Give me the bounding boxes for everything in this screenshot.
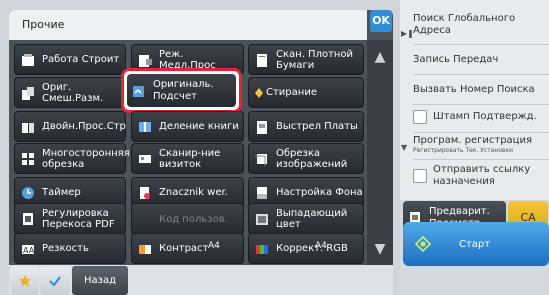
send-link-checkbox[interactable] [413, 169, 427, 183]
card-shot-button[interactable]: Выстрел Платы [248, 111, 364, 142]
star-icon [19, 274, 31, 286]
paper-size-label: A4 [208, 241, 220, 251]
ok-button[interactable]: OK [370, 10, 392, 32]
favorite-button[interactable] [11, 266, 39, 295]
dropout-color-icon [254, 211, 270, 227]
card-shot-icon [254, 119, 270, 135]
thick-paper-icon [254, 52, 270, 68]
original-count-button[interactable]: Оригиналь. Подсчет [127, 74, 236, 107]
divider [413, 104, 549, 105]
image-crop-button[interactable]: Обрезка изображений [248, 143, 364, 174]
divider [413, 44, 549, 45]
sharpness-button[interactable]: AA Резкость [14, 233, 126, 264]
send-link-toggle[interactable]: Отправить ссылку назначения [413, 162, 549, 190]
expand-down-icon[interactable]: ▼ [401, 143, 407, 152]
back-button[interactable]: Назад [72, 266, 128, 295]
sharpness-icon: AA [20, 241, 36, 257]
start-icon [414, 235, 432, 253]
start-button[interactable]: Старт [403, 222, 549, 266]
erase-icon [254, 85, 264, 101]
job-build-button[interactable]: Работа Строит [14, 44, 126, 75]
paper-size-label: A4 [315, 241, 327, 251]
pdf-skew-adjust-button[interactable]: Регулировка Перекоса PDF [14, 203, 126, 235]
divider [413, 159, 549, 160]
book-divide-button[interactable]: Деление книги [131, 111, 244, 142]
job-build-icon [20, 52, 36, 68]
check-icon [49, 275, 61, 287]
mixed-size-original-button[interactable]: Ориг. Смеш.Разм. [14, 77, 126, 108]
multi-crop-button[interactable]: Многосторонняя обрезка [14, 143, 130, 174]
erase-button[interactable]: Стирание [248, 77, 364, 108]
dual-page-scan-button[interactable]: Двойн.Прос.Стр [14, 111, 126, 142]
verification-stamp-icon [137, 185, 153, 201]
scroll-down-icon[interactable]: ▼ [367, 236, 393, 262]
business-card-icon [137, 151, 153, 167]
mixed-size-icon [20, 85, 36, 101]
business-card-scan-button[interactable]: Сканир-ние визиток [131, 143, 244, 174]
original-count-highlight: Оригиналь. Подсчет [121, 68, 242, 113]
image-crop-icon [254, 151, 270, 167]
call-search-number-button[interactable]: Вызвать Номер Поиска [413, 82, 549, 98]
stamp-confirm-toggle[interactable]: Штамп Подтвержд. [413, 106, 549, 128]
skew-adjust-icon [20, 211, 36, 227]
expand-arrow-icon[interactable]: ▶❚ [401, 29, 414, 38]
timer-icon [20, 185, 36, 201]
original-count-icon [131, 83, 147, 99]
scroll-up-icon[interactable]: ▲ [367, 44, 393, 70]
record-transfers-button[interactable]: Запись Передач [413, 52, 549, 68]
thick-paper-scan-button[interactable]: Скан. Плотной Бумаги [248, 44, 364, 75]
svg-text:AA: AA [23, 246, 35, 255]
page-title: Прочие [9, 10, 367, 40]
divider [413, 74, 549, 75]
check-button[interactable] [40, 266, 70, 295]
stamp-confirm-checkbox[interactable] [413, 110, 427, 124]
scrollbar[interactable] [367, 40, 393, 265]
user-code-icon [137, 211, 153, 227]
slow-scan-icon [137, 52, 153, 68]
divider [413, 132, 549, 133]
background-icon [254, 185, 270, 201]
rgb-adjust-button[interactable]: Коррект. RGB [248, 233, 364, 264]
dual-page-icon [20, 119, 36, 135]
program-register-subtitle: Регистрировать Тек. Установки [413, 147, 514, 154]
contrast-button[interactable]: Контраст [131, 233, 244, 264]
contrast-icon [137, 241, 153, 257]
multi-crop-icon [20, 151, 36, 167]
global-address-search-button[interactable]: Поиск Глобального Адреса [413, 12, 549, 38]
user-code-button: Код пользов. [131, 203, 244, 235]
dropout-color-button[interactable]: Выпадающий цвет [248, 203, 364, 235]
rgb-adjust-icon [254, 241, 270, 257]
book-divide-icon [137, 119, 153, 135]
